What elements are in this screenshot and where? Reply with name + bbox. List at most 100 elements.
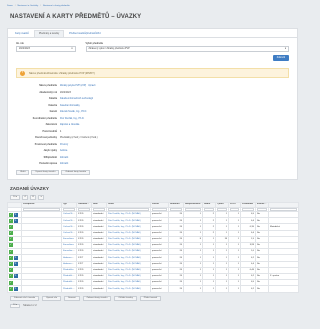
confirm-icon[interactable]: ✓ [9, 280, 13, 285]
show-cards-button[interactable]: Zobrazit karty úvazku [61, 169, 91, 175]
detail-value[interactable]: Zdeněk Novák, Ing., Ph.D. [60, 111, 87, 114]
detail-label: Název předmětu [39, 85, 57, 88]
edit-icon[interactable]: ✎ [13, 255, 18, 260]
subject-link[interactable]: Hodnocení předmětu/studentů [63, 257, 76, 259]
footer-button[interactable]: Zobrazit karty úvazků [82, 295, 112, 301]
column-filter-input[interactable] [217, 207, 227, 211]
refresh-icon[interactable]: ⟲ [22, 195, 29, 200]
subject-link[interactable]: Cvičení/Seminář [63, 213, 76, 215]
breadcrumb: Domů / Nastavení a číselníky / Nastavení… [7, 4, 298, 9]
footer-button[interactable]: Upravit vše [42, 295, 62, 301]
save-button[interactable]: Uložit [16, 169, 30, 175]
confirm-icon[interactable]: ✓ [9, 225, 13, 229]
breadcrumb-current[interactable]: Nastavení a karty předmětů [43, 5, 70, 8]
column-filter-input[interactable] [242, 207, 254, 211]
subject-select[interactable]: Zkrácený výkon / Zkratky předmětu PVP ▾ [85, 46, 289, 53]
edit-cards-button[interactable]: Upravit karty úvazku [31, 169, 60, 175]
column-filter-input[interactable] [270, 207, 297, 211]
subject-link[interactable]: Konzultace [63, 244, 74, 246]
table-row: ✓✎ Přednáška - Literatura / KomentářZJVDs… [7, 285, 299, 293]
subject-link[interactable]: Přednáška [63, 269, 73, 271]
column-filter-input[interactable] [204, 207, 214, 211]
edit-icon[interactable]: ✎ [13, 274, 18, 279]
column-filter-input[interactable] [185, 207, 201, 211]
footer-button[interactable]: Přidat úvazek [139, 295, 162, 301]
footer-button[interactable]: Ohlídat úvazky [114, 295, 137, 301]
column-filter-input[interactable] [230, 207, 239, 211]
settings-icon[interactable]: ⚙ [30, 195, 37, 200]
subject-link[interactable]: Přednáška - Ověřování znalostí [63, 275, 76, 277]
pager-size-select[interactable]: 10 ▾ [10, 303, 21, 309]
detail-edit-link[interactable]: Upravit [88, 85, 95, 88]
table-cell-subject[interactable]: Přednáška - Literatura / Komentář [61, 285, 77, 293]
subject-link[interactable]: Konzultace [63, 238, 74, 240]
confirm-icon[interactable]: ✓ [9, 262, 13, 267]
edit-icon[interactable]: ✎ [13, 212, 18, 217]
tab-subjects[interactable]: Předměty a úvazky [33, 29, 65, 37]
teacher-link[interactable]: Petr Dvořák, Ing., Ph.D. (NOVAK) [108, 257, 141, 259]
teacher-link[interactable]: Petr Dvořák, Ing., Ph.D. (NOVAK) [108, 232, 141, 234]
breadcrumb-settings[interactable]: Nastavení a číselníky [17, 5, 38, 8]
teacher-link[interactable]: Petr Dvořák, Ing., Ph.D. (NOVAK) [108, 263, 141, 265]
detail-value[interactable]: Petr Dvořák, Ing., Ph.D. [60, 118, 84, 121]
show-button[interactable]: Zobrazit [272, 55, 289, 62]
column-filter-input[interactable] [93, 207, 105, 211]
teacher-link[interactable]: Petr Dvořák, Ing., Ph.D. (NOVAK) [108, 250, 141, 252]
page-size-select[interactable]: 10 ▾ [10, 195, 21, 200]
teacher-link[interactable]: Petr Dvořák, Ing., Ph.D. (NOVAK) [108, 281, 141, 283]
subject-link[interactable]: Cvičení/Seminář - Konzultace/Literatura [63, 226, 76, 228]
breadcrumb-separator: / [40, 5, 41, 8]
subject-link[interactable]: Konzultace - Ověřování znalostí (ZTP) st… [63, 250, 76, 252]
confirm-icon[interactable]: ✓ [9, 255, 13, 260]
column-filter-input[interactable] [108, 207, 149, 211]
table-cell-h: 0,2 [240, 285, 256, 293]
tab-cards[interactable]: Karty úvazků [10, 30, 34, 37]
subject-link[interactable]: Přednáška - Literatura / Komentář [63, 288, 76, 290]
confirm-icon[interactable]: ✓ [9, 274, 13, 279]
subject-link[interactable]: Cvičení/Seminář - Ověřování znalostí [63, 220, 76, 222]
year-select[interactable]: 2022/2023 ▾ [16, 46, 76, 53]
teacher-link[interactable]: Petr Dvořák, Ing., Ph.D. (NOVAK) [108, 244, 141, 246]
detail-value[interactable]: Katedra informatiky [60, 105, 80, 108]
detail-value[interactable]: Zobrazit [60, 163, 68, 166]
teacher-link[interactable]: Petr Dvořák, Ing., Ph.D. (NOVAK) [108, 238, 141, 240]
teacher-link[interactable]: Petr Dvořák, Ing., Ph.D. (NOVAK) [108, 288, 141, 290]
column-filter-input[interactable] [78, 207, 90, 211]
confirm-icon[interactable]: ✓ [9, 237, 13, 242]
confirm-icon[interactable]: ✓ [9, 249, 13, 254]
column-filter-input[interactable] [23, 207, 60, 211]
column-filter-input[interactable] [63, 207, 75, 211]
teacher-link[interactable]: Petr Dvořák, Ing., Ph.D. (NOVAK) [108, 269, 141, 271]
column-filter-input[interactable] [152, 207, 167, 211]
detail-value[interactable]: Zobrazit [60, 157, 68, 160]
subject-link[interactable]: Cvičení/Seminář - Konzultace/Literatura [63, 232, 76, 234]
breadcrumb-home[interactable]: Domů [7, 5, 13, 8]
confirm-icon[interactable]: ✓ [9, 212, 13, 217]
confirm-icon[interactable]: ✓ [9, 286, 13, 291]
confirm-icon[interactable]: ✓ [9, 243, 13, 248]
detail-value[interactable]: Zápočet a zkouška [60, 124, 79, 127]
table-cell-teacher[interactable]: Petr Dvořák, Ing., Ph.D. (NOVAK) [106, 285, 151, 293]
confirm-icon[interactable]: ✓ [9, 231, 13, 236]
subject-link[interactable]: Přednáška - Konzultace [63, 281, 76, 283]
tab-overview[interactable]: Přehled úvazků/předmětů/tříd [64, 30, 105, 37]
detail-value[interactable]: Zkratky jazyka PVP (ZJP) [60, 85, 86, 88]
dropdown-icon[interactable]: ▾ [38, 195, 45, 200]
column-filter-input[interactable] [170, 207, 182, 211]
teacher-link[interactable]: Petr Dvořák, Ing., Ph.D. (NOVAK) [108, 226, 141, 228]
teacher-link[interactable]: Petr Dvořák, Ing., Ph.D. (NOVAK) [108, 213, 141, 215]
subject-link[interactable]: Hodnocení předmětu/studentů - Poznámka [63, 263, 76, 265]
detail-value[interactable]: Povinný [60, 144, 68, 147]
edit-icon[interactable]: ✎ [13, 286, 18, 291]
confirm-icon[interactable]: ✓ [9, 218, 13, 223]
detail-value[interactable]: Fakulta informačních technologií [60, 98, 93, 101]
confirm-icon[interactable]: ✓ [9, 268, 13, 273]
footer-button[interactable]: Zobrazit vše k úvazku [10, 295, 40, 301]
edit-icon[interactable]: ✎ [13, 262, 18, 267]
edit-icon[interactable]: ✎ [13, 218, 18, 223]
teacher-link[interactable]: Petr Dvořák, Ing., Ph.D. (NOVAK) [108, 275, 141, 277]
teacher-link[interactable]: Petr Dvořák, Ing., Ph.D. (NOVAK) [108, 220, 141, 222]
column-filter-input[interactable] [257, 207, 267, 211]
detail-value[interactable]: čeština [60, 150, 67, 153]
footer-button[interactable]: Smazat [64, 295, 80, 301]
